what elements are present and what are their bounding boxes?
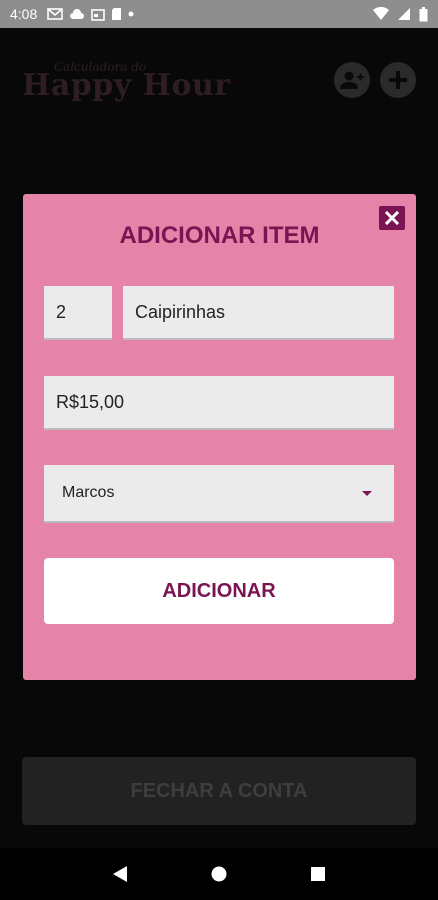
cloud-icon bbox=[70, 8, 85, 19]
add-item-button[interactable] bbox=[380, 62, 416, 98]
dialog-title: ADICIONAR ITEM bbox=[119, 222, 320, 249]
back-icon[interactable] bbox=[112, 865, 128, 883]
navigation-bar bbox=[0, 848, 438, 900]
add-item-dialog: ADICIONAR ITEM 2 Caipirinhas R$15,00 Mar… bbox=[23, 194, 416, 680]
plus-icon bbox=[389, 71, 407, 89]
status-time: 4:08 bbox=[10, 6, 38, 22]
status-system-icons bbox=[373, 0, 428, 28]
gmail-icon bbox=[47, 8, 64, 20]
battery-icon bbox=[419, 6, 428, 21]
person-select[interactable]: Marcos bbox=[44, 465, 394, 523]
add-button[interactable]: ADICIONAR bbox=[44, 558, 394, 624]
person-selected-value: Marcos bbox=[62, 484, 115, 501]
price-input[interactable]: R$15,00 bbox=[44, 376, 394, 430]
calendar-icon bbox=[91, 8, 106, 21]
dot-icon bbox=[128, 11, 134, 17]
status-bar: 4:08 bbox=[0, 0, 438, 28]
chevron-down-icon bbox=[362, 491, 372, 496]
home-icon[interactable] bbox=[211, 866, 227, 882]
price-value: R$15,00 bbox=[56, 391, 125, 412]
item-name-input[interactable]: Caipirinhas bbox=[123, 286, 394, 340]
item-name-value: Caipirinhas bbox=[135, 301, 226, 322]
status-notification-icons bbox=[47, 7, 134, 21]
app-logo: Calculadora do Happy Hour bbox=[22, 60, 230, 108]
recents-icon[interactable] bbox=[310, 866, 326, 882]
add-person-icon bbox=[340, 71, 364, 89]
sd-card-icon bbox=[112, 8, 122, 20]
close-bill-button[interactable]: FECHAR A CONTA bbox=[22, 757, 416, 825]
wifi-icon bbox=[373, 7, 389, 20]
quantity-value: 2 bbox=[56, 301, 67, 322]
app-header: Calculadora do Happy Hour bbox=[0, 28, 438, 138]
quantity-input[interactable]: 2 bbox=[44, 286, 112, 340]
add-person-button[interactable] bbox=[334, 62, 370, 98]
signal-icon bbox=[398, 8, 410, 20]
logo-title: Happy Hour bbox=[22, 68, 231, 103]
